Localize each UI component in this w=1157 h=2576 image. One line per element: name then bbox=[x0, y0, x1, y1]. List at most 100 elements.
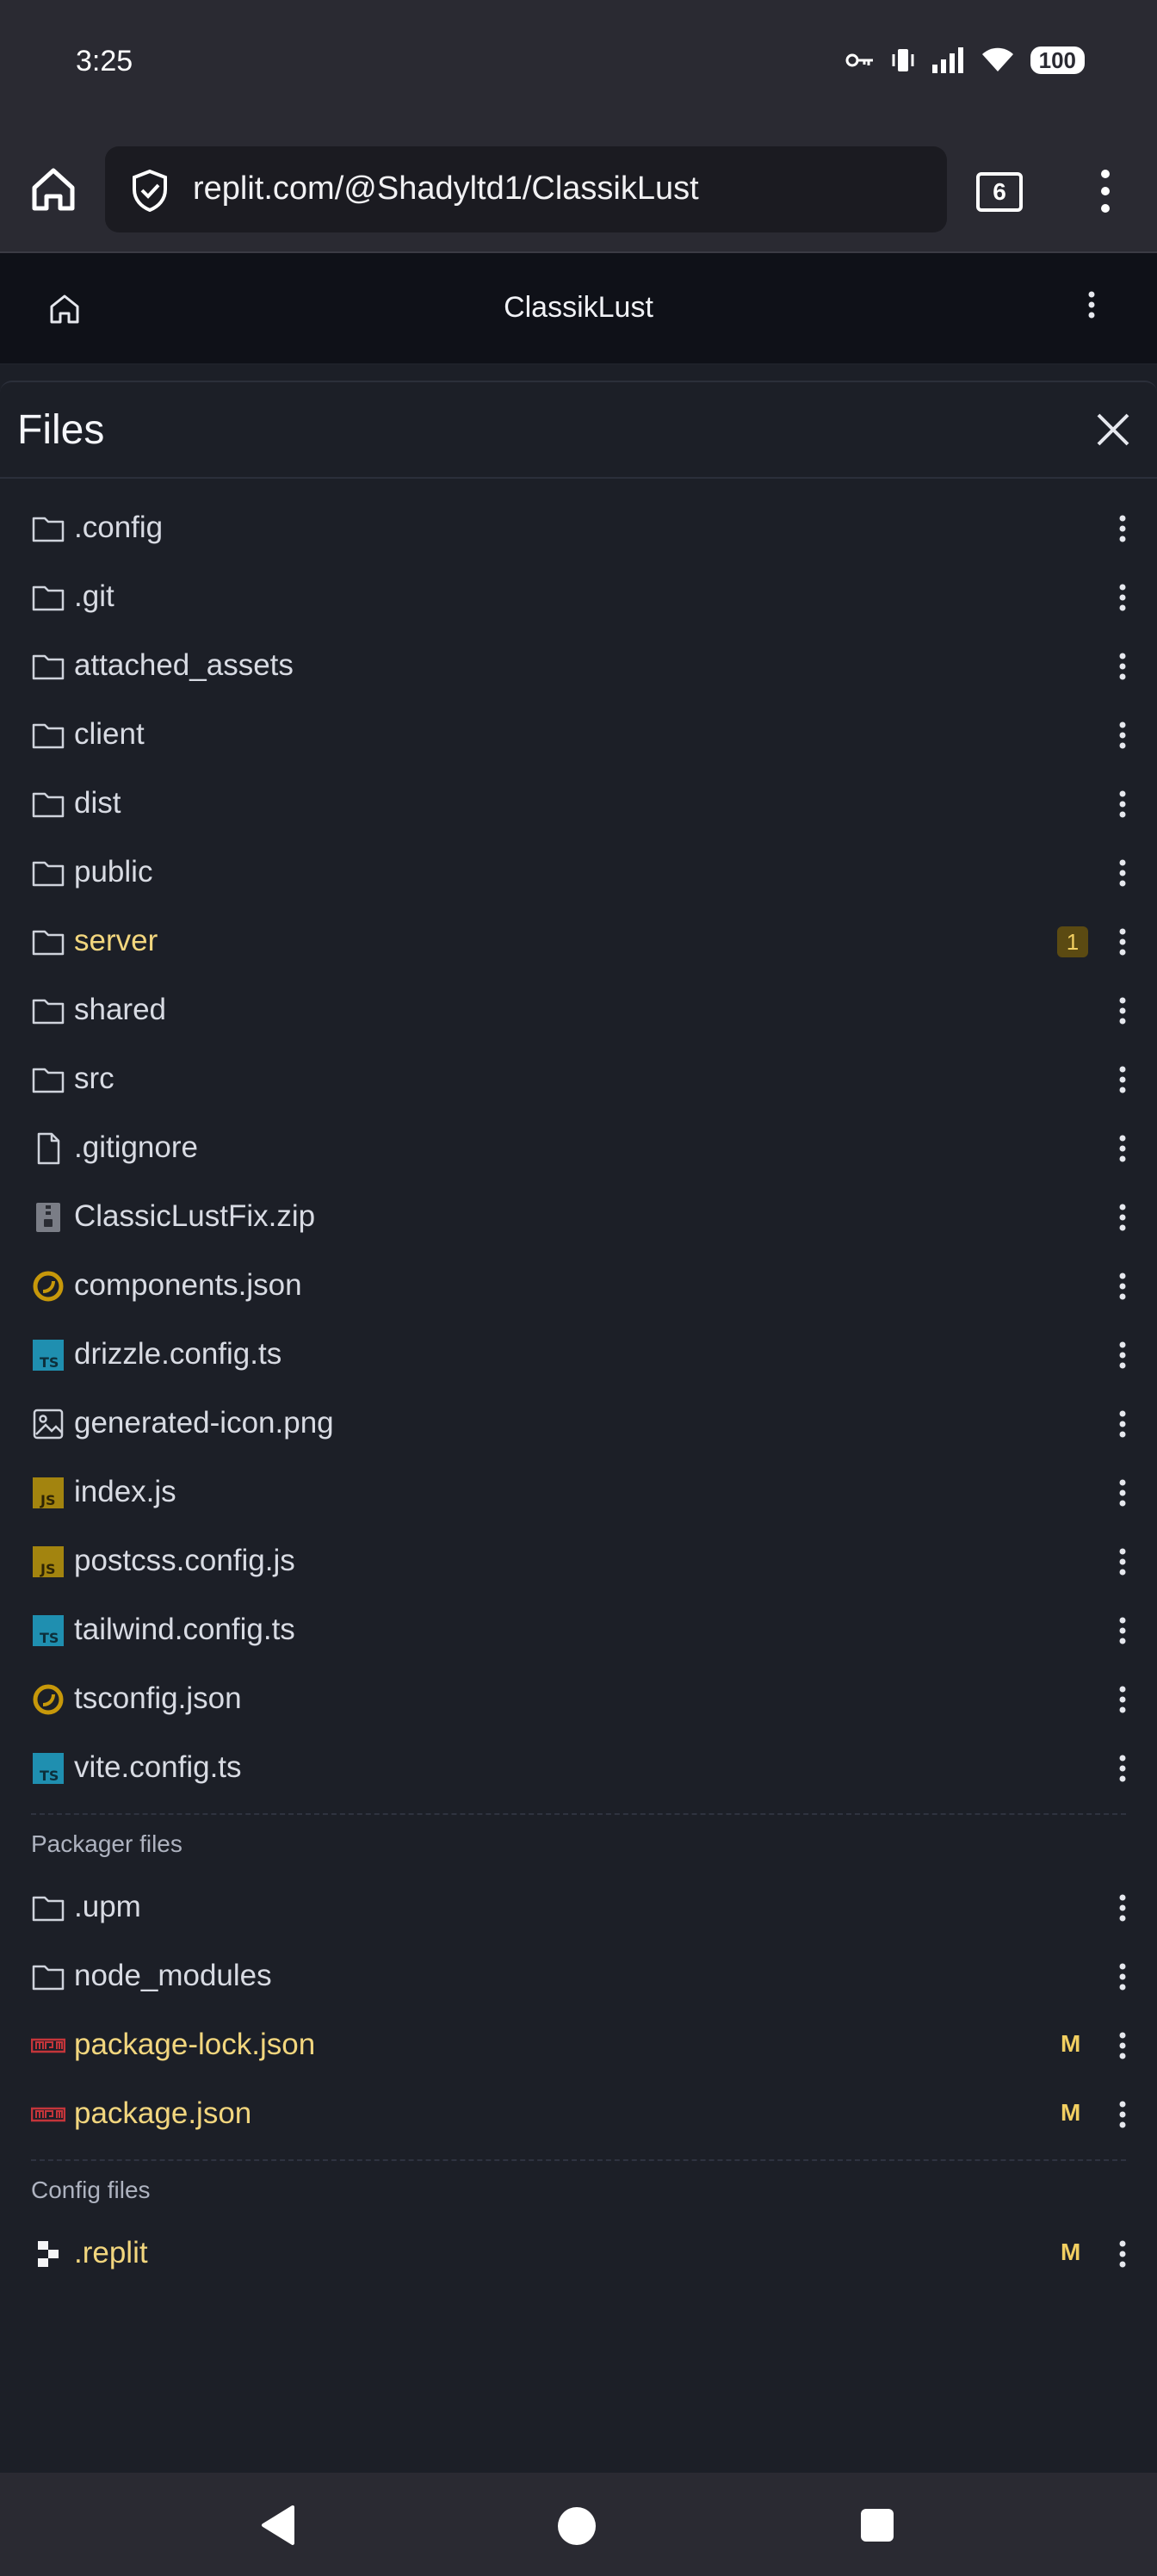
file-options-icon[interactable] bbox=[1112, 1682, 1133, 1717]
file-name[interactable]: components.json bbox=[74, 1268, 302, 1303]
file-name[interactable]: node_modules bbox=[74, 1959, 272, 1993]
vpn-key-icon bbox=[845, 53, 873, 67]
file-name[interactable]: index.js bbox=[74, 1475, 176, 1509]
file-options-icon[interactable] bbox=[1112, 2028, 1133, 2063]
file-row[interactable]: JS index.js bbox=[0, 1458, 1157, 1527]
close-icon[interactable] bbox=[1092, 408, 1135, 451]
file-name[interactable]: tailwind.config.ts bbox=[74, 1613, 295, 1647]
file-row[interactable]: tsconfig.json bbox=[0, 1665, 1157, 1734]
file-row[interactable]: TS tailwind.config.ts bbox=[0, 1596, 1157, 1665]
svg-text:JS: JS bbox=[40, 1492, 55, 1508]
file-row[interactable]: src bbox=[0, 1045, 1157, 1114]
navigation-bar bbox=[0, 2473, 1157, 2576]
file-name[interactable]: .git bbox=[74, 579, 114, 614]
svg-text:TS: TS bbox=[40, 1354, 59, 1371]
file-row[interactable]: shared bbox=[0, 976, 1157, 1045]
file-options-icon[interactable] bbox=[1112, 718, 1133, 752]
file-row[interactable]: .git bbox=[0, 563, 1157, 632]
file-row[interactable]: components.json bbox=[0, 1252, 1157, 1321]
file-options-icon[interactable] bbox=[1112, 994, 1133, 1028]
file-row[interactable]: .config bbox=[0, 494, 1157, 563]
back-icon[interactable] bbox=[258, 2504, 296, 2547]
file-name[interactable]: server bbox=[74, 924, 158, 958]
json-icon bbox=[31, 1269, 65, 1303]
file-name[interactable]: attached_assets bbox=[74, 648, 294, 683]
file-row[interactable]: public bbox=[0, 839, 1157, 907]
file-name[interactable]: ClassicLustFix.zip bbox=[74, 1199, 315, 1234]
tab-switcher-button[interactable]: 6 bbox=[976, 172, 1023, 212]
file-name[interactable]: src bbox=[74, 1062, 114, 1096]
file-options-icon[interactable] bbox=[1112, 580, 1133, 615]
file-options-icon[interactable] bbox=[1112, 856, 1133, 890]
folder-icon bbox=[31, 580, 65, 615]
file-options-icon[interactable] bbox=[1112, 1545, 1133, 1579]
file-options-icon[interactable] bbox=[1112, 1960, 1133, 1994]
browser-menu-icon[interactable] bbox=[1088, 165, 1123, 217]
file-name[interactable]: .replit bbox=[74, 2236, 148, 2270]
file-options-icon[interactable] bbox=[1112, 2237, 1133, 2271]
file-name[interactable]: .upm bbox=[74, 1890, 141, 1924]
url-text[interactable]: replit.com/@Shadyltd1/ClassikLust bbox=[193, 170, 699, 207]
recents-icon[interactable] bbox=[861, 2509, 894, 2542]
git-modified-badge: M bbox=[1061, 2030, 1081, 2057]
file-row[interactable]: .upm bbox=[0, 1873, 1157, 1942]
file-options-icon[interactable] bbox=[1112, 925, 1133, 959]
file-row[interactable]: TS vite.config.ts bbox=[0, 1734, 1157, 1803]
file-row[interactable]: TS drizzle.config.ts bbox=[0, 1321, 1157, 1390]
file-row[interactable]: JS postcss.config.js bbox=[0, 1527, 1157, 1596]
folder-icon bbox=[31, 1062, 65, 1097]
file-name[interactable]: client bbox=[74, 717, 145, 752]
repl-menu-icon[interactable] bbox=[1074, 288, 1109, 322]
file-name[interactable]: .config bbox=[74, 511, 163, 545]
file-row[interactable]: client bbox=[0, 701, 1157, 770]
file-options-icon[interactable] bbox=[1112, 649, 1133, 684]
file-row[interactable]: package-lock.json M bbox=[0, 2011, 1157, 2080]
file-row[interactable]: package.json M bbox=[0, 2080, 1157, 2149]
file-name[interactable]: dist bbox=[74, 786, 121, 820]
file-row[interactable]: ClassicLustFix.zip bbox=[0, 1183, 1157, 1252]
file-options-icon[interactable] bbox=[1112, 511, 1133, 546]
file-tree: .config .git attached_assetsclient dist publ… bbox=[0, 494, 1157, 2288]
file-name[interactable]: drizzle.config.ts bbox=[74, 1337, 282, 1372]
home-nav-icon[interactable] bbox=[558, 2507, 596, 2545]
config-files: .replit M bbox=[0, 2220, 1157, 2288]
address-bar[interactable]: replit.com/@Shadyltd1/ClassikLust bbox=[105, 146, 947, 232]
file-name[interactable]: shared bbox=[74, 993, 166, 1027]
status-time: 3:25 bbox=[76, 45, 133, 77]
file-options-icon[interactable] bbox=[1112, 1338, 1133, 1372]
file-options-icon[interactable] bbox=[1112, 1751, 1133, 1786]
security-shield-icon[interactable] bbox=[129, 169, 170, 212]
file-name[interactable]: package-lock.json bbox=[74, 2028, 315, 2062]
file-icon bbox=[31, 1131, 65, 1166]
file-row[interactable]: generated-icon.png bbox=[0, 1390, 1157, 1458]
file-row[interactable]: attached_assets bbox=[0, 632, 1157, 701]
file-row[interactable]: node_modules bbox=[0, 1942, 1157, 2011]
file-name[interactable]: .gitignore bbox=[74, 1130, 198, 1165]
file-name[interactable]: package.json bbox=[74, 2096, 251, 2131]
file-row[interactable]: .gitignore bbox=[0, 1114, 1157, 1183]
file-options-icon[interactable] bbox=[1112, 1613, 1133, 1648]
browser-home-icon[interactable] bbox=[26, 162, 81, 217]
file-options-icon[interactable] bbox=[1112, 1476, 1133, 1510]
file-options-icon[interactable] bbox=[1112, 1200, 1133, 1235]
file-name[interactable]: vite.config.ts bbox=[74, 1750, 242, 1785]
file-name[interactable]: public bbox=[74, 855, 152, 889]
folder-icon bbox=[31, 718, 65, 752]
json-icon bbox=[31, 1682, 65, 1717]
typescript-icon: TS bbox=[31, 1751, 65, 1786]
file-name[interactable]: postcss.config.js bbox=[74, 1544, 295, 1578]
file-name[interactable]: tsconfig.json bbox=[74, 1681, 242, 1716]
file-options-icon[interactable] bbox=[1112, 2097, 1133, 2132]
file-row[interactable]: dist bbox=[0, 770, 1157, 839]
file-options-icon[interactable] bbox=[1112, 1062, 1133, 1097]
file-row[interactable]: server 1 bbox=[0, 907, 1157, 976]
svg-text:TS: TS bbox=[40, 1768, 59, 1784]
file-options-icon[interactable] bbox=[1112, 1269, 1133, 1303]
typescript-icon: TS bbox=[31, 1613, 65, 1648]
file-options-icon[interactable] bbox=[1112, 1131, 1133, 1166]
file-options-icon[interactable] bbox=[1112, 1891, 1133, 1925]
file-options-icon[interactable] bbox=[1112, 787, 1133, 821]
file-name[interactable]: generated-icon.png bbox=[74, 1406, 334, 1440]
file-row[interactable]: .replit M bbox=[0, 2220, 1157, 2288]
file-options-icon[interactable] bbox=[1112, 1407, 1133, 1441]
